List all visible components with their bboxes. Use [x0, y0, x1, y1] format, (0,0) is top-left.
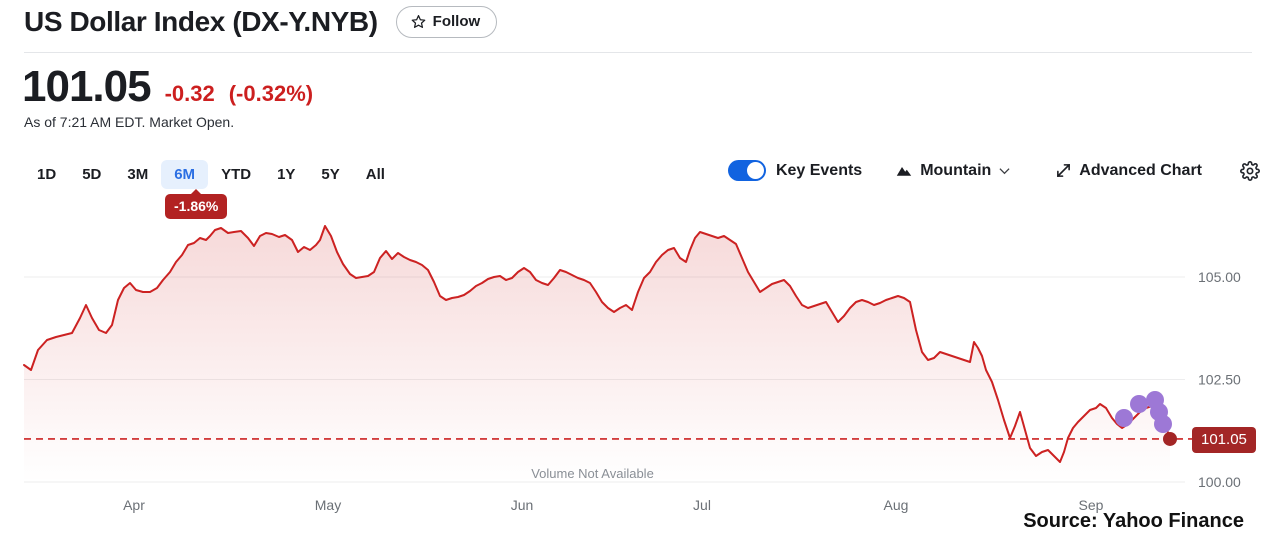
key-event-marker[interactable] [1154, 415, 1172, 433]
y-axis-label: 105.00 [1198, 269, 1241, 285]
y-axis-label: 102.50 [1198, 372, 1241, 388]
y-axis-label: 100.00 [1198, 474, 1241, 490]
volume-note: Volume Not Available [0, 466, 1185, 481]
key-event-marker[interactable] [1115, 409, 1133, 427]
x-axis-label: May [315, 497, 341, 513]
current-price-tag: 101.05 [1192, 427, 1256, 453]
x-axis-label: Apr [123, 497, 145, 513]
x-axis-label: Jul [693, 497, 711, 513]
current-price-marker [1163, 432, 1177, 446]
source-attribution: Source: Yahoo Finance [1023, 510, 1244, 533]
x-axis-label: Jun [511, 497, 534, 513]
key-event-marker[interactable] [1130, 395, 1148, 413]
price-chart[interactable]: 100.00102.50105.00AprMayJunJulAugSep [0, 0, 1280, 300]
x-axis-label: Aug [884, 497, 909, 513]
chart-area-fill [24, 226, 1170, 482]
chart-canvas[interactable]: 100.00102.50105.00AprMayJunJulAugSep [0, 0, 1280, 539]
